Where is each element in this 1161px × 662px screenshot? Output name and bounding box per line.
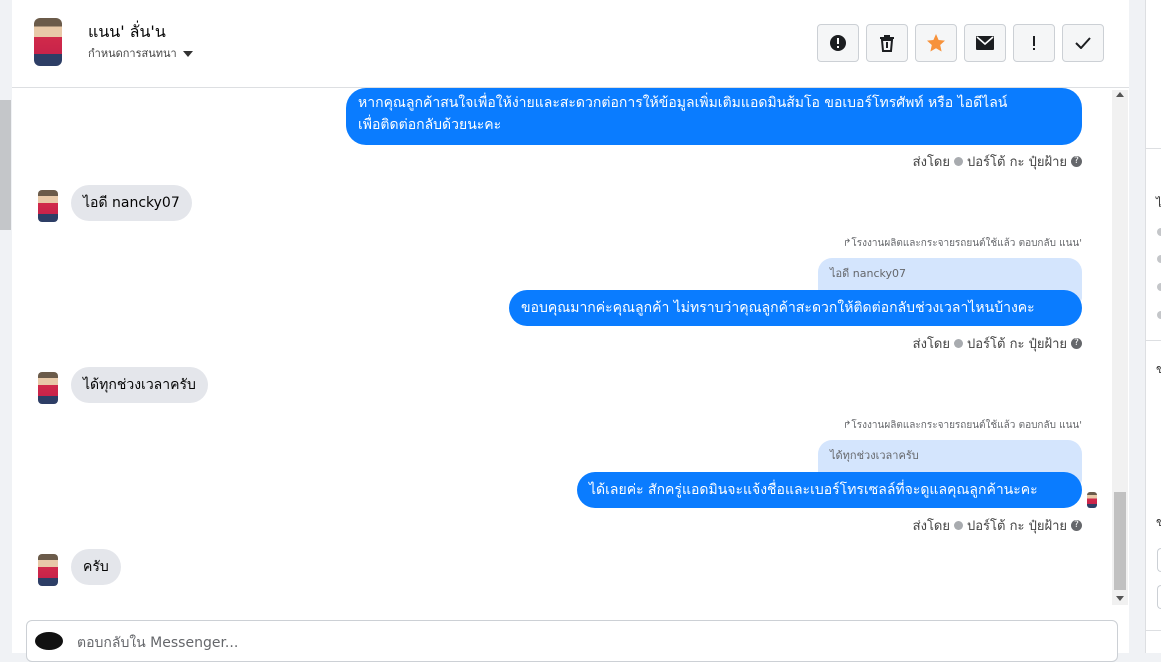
seen-avatar <box>1087 492 1097 508</box>
conversation-panel: แนน' ลั่น'น กำหนดการสนทนา หากคุณลูกค้าสน… <box>12 0 1129 662</box>
spam-button[interactable] <box>817 24 859 62</box>
caret-down-icon <box>182 50 193 57</box>
check-icon <box>1075 37 1091 49</box>
thread-scrollbar[interactable] <box>1112 90 1128 605</box>
avatar[interactable] <box>34 18 62 66</box>
exclamation-icon <box>1033 36 1035 50</box>
avatar[interactable] <box>38 554 58 586</box>
sent-by-label: ส่งโดย <box>912 337 950 352</box>
details-panel-edge: ไ ข ข <box>1145 0 1161 653</box>
detail-icon <box>1157 311 1161 319</box>
trash-icon <box>880 35 894 52</box>
sender-name: ปอร์โต้ กะ ปุ๋ยฝ้าย <box>967 337 1067 352</box>
reply-note: ↱โรงงานผลิตและกระจายรถยนต์ใช้แล้ว ตอบกลั… <box>843 236 1082 251</box>
sender-name: ปอร์โต้ กะ ปุ๋ยฝ้าย <box>967 155 1067 170</box>
quoted-text: ได้ทุกช่วงเวลาครับ <box>830 449 919 462</box>
sender-name: ปอร์โต้ กะ ปุ๋ยฝ้าย <box>967 519 1067 534</box>
quoted-text: ไอดี nancky07 <box>830 267 906 280</box>
message-text: ครับ <box>83 559 109 575</box>
detail-icon <box>1157 228 1161 236</box>
sender-status-icon <box>954 521 963 530</box>
divider <box>1146 630 1161 631</box>
panel-gap <box>1129 0 1145 653</box>
scroll-down-arrow-icon[interactable] <box>1116 596 1124 601</box>
sent-by-info: ส่งโดย ปอร์โต้ กะ ปุ๋ยฝ้าย ? <box>913 151 1082 172</box>
reply-note-text: โรงงานผลิตและกระจายรถยนต์ใช้แล้ว ตอบกลับ… <box>851 238 1082 249</box>
divider <box>1146 340 1161 341</box>
details-heading-fragment: ไ <box>1156 196 1161 210</box>
outgoing-message[interactable]: ได้เลยค่ะ สักครู่แอดมินจะแจ้งชื่อและเบอร… <box>577 472 1082 508</box>
sender-status-icon <box>954 157 963 166</box>
assign-conversation-dropdown[interactable]: กำหนดการสนทนา <box>88 44 193 62</box>
sent-by-info: ส่งโดย ปอร์โต้ กะ ปุ๋ยฝ้าย ? <box>913 515 1082 536</box>
done-button[interactable] <box>1062 24 1104 62</box>
sent-by-label: ส่งโดย <box>912 519 950 534</box>
reply-input[interactable] <box>75 631 979 655</box>
conversation-header: แนน' ลั่น'น กำหนดการสนทนา <box>12 0 1129 88</box>
page-avatar <box>35 632 63 650</box>
incoming-message[interactable]: ได้ทุกช่วงเวลาครับ <box>71 367 208 403</box>
delete-button[interactable] <box>866 24 908 62</box>
scroll-up-arrow-icon[interactable] <box>1116 92 1124 97</box>
avatar[interactable] <box>38 190 58 222</box>
detail-icon <box>1157 255 1161 263</box>
star-button[interactable] <box>915 24 957 62</box>
star-icon <box>927 34 945 52</box>
avatar[interactable] <box>38 372 58 404</box>
reply-note: ↱โรงงานผลิตและกระจายรถยนต์ใช้แล้ว ตอบกลั… <box>843 418 1082 433</box>
scroll-thumb[interactable] <box>1114 492 1126 590</box>
help-icon[interactable]: ? <box>1071 520 1082 531</box>
outgoing-message[interactable]: หากคุณลูกค้าสนใจเพื่อให้ง่ายและสะดวกต่อก… <box>346 88 1082 145</box>
input-edge[interactable] <box>1157 585 1161 609</box>
alert-circle-icon <box>830 35 846 51</box>
help-icon[interactable]: ? <box>1071 156 1082 167</box>
section-heading-fragment: ข <box>1156 515 1161 529</box>
assign-label: กำหนดการสนทนา <box>88 47 177 60</box>
mark-unread-button[interactable] <box>964 24 1006 62</box>
message-text: ขอบคุณมากค่ะคุณลูกค้า ไม่ทราบว่าคุณลูกค้… <box>521 300 1035 316</box>
message-text: ไอดี nancky07 <box>83 195 180 211</box>
message-text-line: เพื่อติดต่อกลับด้วยนะคะ <box>358 117 502 133</box>
conversation-toolbar <box>817 24 1104 62</box>
message-text: ได้เลยค่ะ สักครู่แอดมินจะแจ้งชื่อและเบอร… <box>589 482 1038 498</box>
incoming-message[interactable]: ไอดี nancky07 <box>71 185 192 221</box>
message-text: ได้ทุกช่วงเวลาครับ <box>83 377 196 393</box>
message-thread: หากคุณลูกค้าสนใจเพื่อให้ง่ายและสะดวกต่อก… <box>12 88 1112 608</box>
sender-status-icon <box>954 339 963 348</box>
sent-by-label: ส่งโดย <box>912 155 950 170</box>
help-icon[interactable]: ? <box>1071 338 1082 349</box>
outgoing-message[interactable]: ขอบคุณมากค่ะคุณลูกค้า ไม่ทราบว่าคุณลูกค้… <box>509 290 1082 326</box>
detail-icon <box>1157 283 1161 291</box>
divider <box>1146 148 1161 149</box>
section-heading-fragment: ข <box>1156 362 1161 376</box>
input-edge[interactable] <box>1157 548 1161 572</box>
envelope-icon <box>976 36 994 50</box>
follow-up-button[interactable] <box>1013 24 1055 62</box>
reply-note-text: โรงงานผลิตและกระจายรถยนต์ใช้แล้ว ตอบกลับ… <box>851 420 1082 431</box>
reply-composer <box>26 620 1118 662</box>
message-text-line: หากคุณลูกค้าสนใจเพื่อให้ง่ายและสะดวกต่อก… <box>358 95 1008 111</box>
contact-name[interactable]: แนน' ลั่น'น <box>88 20 166 45</box>
incoming-message[interactable]: ครับ <box>71 549 121 585</box>
left-scroll-thumb[interactable] <box>0 100 11 230</box>
sent-by-info: ส่งโดย ปอร์โต้ กะ ปุ๋ยฝ้าย ? <box>913 333 1082 354</box>
